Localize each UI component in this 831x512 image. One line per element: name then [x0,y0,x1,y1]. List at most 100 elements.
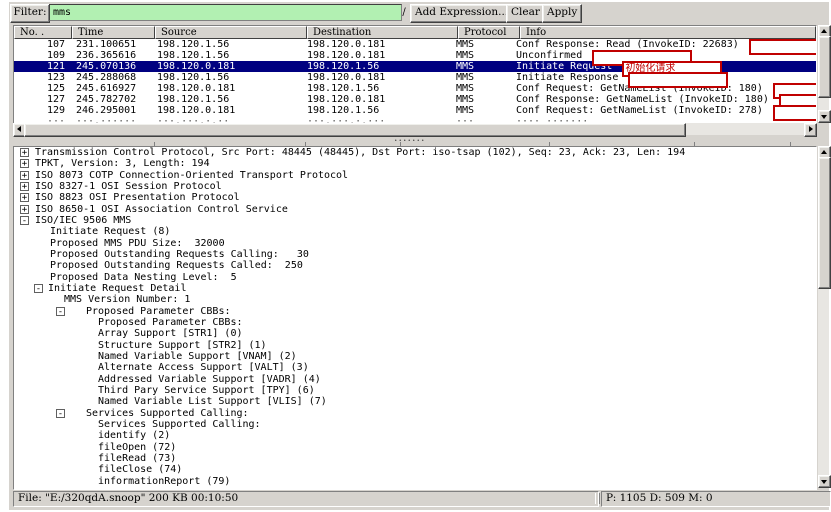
tree-row[interactable]: + TPKT, Version: 3, Length: 194 [14,158,816,169]
packet-row[interactable]: 127 245.782702 198.120.1.56 198.120.0.18… [14,94,816,105]
tree-row[interactable]: - Proposed Parameter CBBs: [14,306,816,317]
tree-row[interactable]: Alternate Access Support [VALT] (3) [14,362,816,373]
tree-row-label: Alternate Access Support [VALT] (3) [98,362,309,373]
packet-row[interactable]: 109 236.365616 198.120.1.56 198.120.0.18… [14,50,816,61]
tree-row-label: Proposed Parameter CBBs: [98,317,243,328]
tree-row-label: ISO 8073 COTP Connection-Oriented Transp… [35,170,348,181]
annotation-box [749,39,817,55]
tree-row[interactable]: fileClose (74) [14,464,816,475]
cell-info: Initiate Response [511,72,728,83]
tree-row-label: TPKT, Version: 3, Length: 194 [35,158,210,169]
cell-time: 245.782702 [71,94,152,105]
tree-row[interactable]: Services Supported Calling: [14,419,816,430]
cell-no: 129 [14,105,71,116]
add-expression-button[interactable]: Add Expression... [410,4,513,23]
tree-row[interactable]: +ISO 8650-1 OSI Association Control Serv… [14,204,816,215]
expand-plus-icon[interactable]: + [20,148,29,157]
tree-row[interactable]: Array Support [STR1] (0) [14,328,816,339]
tree-row[interactable]: -Services Supported Calling: [14,408,816,419]
statusbar-grip[interactable] [595,493,600,504]
cell-protocol: ··· [451,116,511,123]
collapse-minus-icon[interactable]: - [56,409,65,418]
tree-row[interactable]: Third Pary Service Support [TPY] (6) [14,385,816,396]
packet-list-header: No. . Time Source Destination Protocol I… [14,26,816,39]
tree-row[interactable]: fileOpen (72) [14,442,816,453]
cell-protocol: MMS [451,105,511,116]
cell-time: 245.288068 [71,72,152,83]
tree-row[interactable]: identify (2) [14,430,816,441]
packet-list-pane: No. . Time Source Destination Protocol I… [13,25,817,125]
filter-button[interactable]: Filter: [10,4,50,23]
scroll-down-icon[interactable] [818,110,831,123]
tree-row[interactable]: Proposed Parameter CBBs: [14,317,816,328]
scrollbar-thumb[interactable] [818,157,831,289]
tree-row[interactable]: Addressed Variable Support [VADR] (4) [14,374,816,385]
tree-vscrollbar[interactable] [818,146,829,488]
clear-button[interactable]: Clear [506,4,545,23]
cell-no: 109 [14,50,71,61]
tree-row[interactable]: informationReport (79) [14,476,816,487]
tree-row[interactable]: fileRead (73) [14,453,816,464]
tree-row-label: Array Support [STR1] (0) [98,328,243,339]
cell-time: 245.616927 [71,83,152,94]
cell-destination: 198.120.0.181 [302,39,451,50]
tree-row-label: ISO/IEC 9506 MMS [35,215,131,226]
tree-row[interactable]: Proposed MMS PDU Size: 32000 [14,238,816,249]
expand-plus-icon[interactable]: + [20,193,29,202]
apply-button[interactable]: Apply [542,4,582,23]
expand-plus-icon[interactable]: + [20,205,29,214]
cell-destination: 198.120.0.181 [302,50,451,61]
cell-time: 245.070136 [71,61,152,72]
tree-row[interactable]: +ISO 8823 OSI Presentation Protocol [14,192,816,203]
tree-row[interactable]: Initiate Request (8) [14,226,816,237]
packet-row[interactable]: 129 246.295001 198.120.0.181 198.120.1.5… [14,105,816,116]
column-header-source[interactable]: Source [155,26,307,39]
scroll-down-icon[interactable] [818,475,831,488]
tree-row-label: Proposed MMS PDU Size: 32000 [50,238,225,249]
tree-row[interactable]: Proposed Outstanding Requests Calling: 3… [14,249,816,260]
tree-row[interactable]: +ISO 8327-1 OSI Session Protocol [14,181,816,192]
packet-list-vscrollbar[interactable] [818,25,829,123]
packet-row[interactable]: 107 231.100651 198.120.1.56 198.120.0.18… [14,39,816,50]
scrollbar-thumb[interactable] [818,36,831,98]
cell-time: 236.365616 [71,50,152,61]
tree-row[interactable]: MMS Version Number: 1 [14,294,816,305]
column-header-destination[interactable]: Destination [307,26,458,39]
expand-plus-icon[interactable]: + [20,182,29,191]
pane-splitter[interactable]: ······· [9,136,829,146]
tree-row[interactable]: Proposed Data Nesting Level: 5 [14,272,816,283]
cell-source: 198.120.1.56 [152,39,302,50]
packet-row-clipped[interactable]: ··· ···.······ ···.···.·.·· ···.···.·.··… [14,116,816,123]
collapse-minus-icon[interactable]: - [56,307,65,316]
column-header-no[interactable]: No. . [14,26,72,39]
collapse-minus-icon[interactable]: - [34,284,43,293]
tree-row[interactable]: + ISO 8073 COTP Connection-Oriented Trans… [14,170,816,181]
tree-row[interactable]: +Transmission Control Protocol, Src Port… [14,147,816,158]
filter-combo-icon[interactable]: / [399,4,409,21]
column-header-info[interactable]: Info [520,26,816,39]
scroll-right-icon[interactable] [804,123,817,137]
tree-row[interactable]: Named Variable Support [VNAM] (2) [14,351,816,362]
collapse-minus-icon[interactable]: - [20,216,29,225]
cell-source: 198.120.1.56 [152,72,302,83]
column-header-time[interactable]: Time [72,26,155,39]
cell-no: 127 [14,94,71,105]
cell-destination: 198.120.0.181 [302,94,451,105]
packet-rows: 107 231.100651 198.120.1.56 198.120.0.18… [14,39,816,116]
expand-plus-icon[interactable]: + [20,171,29,180]
cell-source: 198.120.0.181 [152,83,302,94]
column-header-protocol[interactable]: Protocol [458,26,520,39]
filter-input[interactable]: mms [49,4,402,21]
tree-row[interactable]: -Initiate Request Detail [14,283,816,294]
tree-row[interactable]: Named Variable List Support [VLIS] (7) [14,396,816,407]
scrollbar-thumb[interactable] [24,123,686,137]
packet-row[interactable]: 123 245.288068 198.120.1.56 198.120.0.18… [14,72,816,83]
tree-row[interactable]: Proposed Outstanding Requests Called: 25… [14,260,816,271]
status-packet-counts: P: 1105 D: 509 M: 0 [601,491,831,507]
expand-plus-icon[interactable]: + [20,159,29,168]
tree-row[interactable]: -ISO/IEC 9506 MMS [14,215,816,226]
tree-row[interactable]: Structure Support [STR2] (1) [14,340,816,351]
packet-row[interactable]: 121 245.070136 198.120.0.181 198.120.1.5… [14,61,816,72]
tree-row-label: fileOpen (72) [98,442,176,453]
tree-row-label: Proposed Parameter CBBs: [86,306,231,317]
